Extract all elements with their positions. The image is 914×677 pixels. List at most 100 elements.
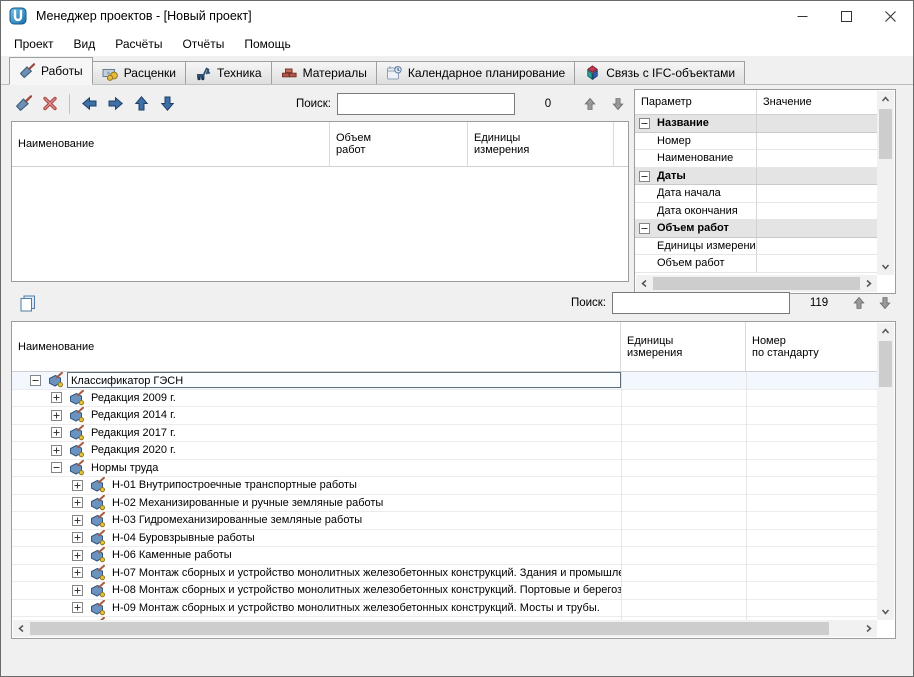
works-search-prev-button[interactable] — [579, 94, 601, 114]
property-value[interactable] — [757, 133, 878, 150]
scroll-down-icon[interactable] — [877, 603, 894, 620]
tree-row[interactable]: Н-08 Монтаж сборных и устройство монолит… — [12, 582, 878, 600]
tree-row[interactable]: Н-01 Внутрипостроечные транспортные рабо… — [12, 477, 878, 495]
menu-item-5[interactable]: Помощь — [234, 33, 300, 55]
property-value[interactable] — [757, 185, 878, 202]
works-col-volume[interactable]: Объем работ — [330, 122, 468, 166]
classifier-search-next-button[interactable] — [874, 293, 896, 313]
classifier-col-standard-number[interactable]: Номер по стандарту — [746, 322, 878, 371]
tree-row[interactable]: Редакция 2017 г. — [12, 425, 878, 443]
delete-work-button[interactable] — [37, 92, 63, 116]
property-group-row[interactable]: Даты — [635, 168, 878, 186]
tree-row[interactable]: Нормы труда — [12, 460, 878, 478]
property-value[interactable] — [757, 255, 878, 272]
properties-col-value[interactable]: Значение — [757, 90, 878, 114]
expand-icon[interactable] — [72, 480, 83, 491]
property-value[interactable] — [757, 203, 878, 220]
tree-row[interactable]: Н-03 Гидромеханизированные земляные рабо… — [12, 512, 878, 530]
expand-icon[interactable] — [51, 410, 62, 421]
expand-icon[interactable] — [72, 550, 83, 561]
tab-3[interactable]: Техника — [185, 61, 272, 84]
collapse-icon[interactable] — [30, 375, 41, 386]
tree-row[interactable]: Редакция 2009 г. — [12, 390, 878, 408]
move-up-button[interactable] — [128, 92, 154, 116]
scroll-right-icon[interactable] — [860, 620, 877, 637]
tree-row[interactable]: Н-02 Механизированные и ручные земляные … — [12, 495, 878, 513]
expand-icon[interactable] — [72, 532, 83, 543]
move-left-button[interactable] — [76, 92, 102, 116]
properties-vscrollbar[interactable] — [877, 91, 894, 275]
tree-row[interactable]: Н-06 Каменные работы — [12, 547, 878, 565]
scrollbar-thumb[interactable] — [879, 109, 892, 159]
collapse-icon[interactable] — [639, 223, 650, 237]
tab-1[interactable]: Работы — [9, 57, 93, 85]
property-row[interactable]: Наименование — [635, 150, 878, 168]
tree-row[interactable]: Редакция 2014 г. — [12, 407, 878, 425]
expand-icon[interactable] — [72, 497, 83, 508]
tree-node-label: Н-08 Монтаж сборных и устройство монолит… — [109, 583, 621, 597]
collapse-icon[interactable] — [639, 118, 650, 132]
property-label: Объем работ — [657, 257, 725, 269]
works-search-next-button[interactable] — [607, 94, 629, 114]
expand-icon[interactable] — [51, 445, 62, 456]
expand-icon[interactable] — [51, 392, 62, 403]
works-col-units[interactable]: Единицы измерения — [468, 122, 614, 166]
property-group-row[interactable]: Название — [635, 115, 878, 133]
move-down-button[interactable] — [154, 92, 180, 116]
property-value[interactable] — [757, 238, 878, 255]
menu-item-4[interactable]: Отчёты — [172, 33, 234, 55]
tree-row[interactable]: Н-07 Монтаж сборных и устройство монолит… — [12, 565, 878, 583]
classifier-col-units[interactable]: Единицы измерения — [621, 322, 746, 371]
scrollbar-thumb[interactable] — [30, 622, 829, 635]
tree-row[interactable]: Редакция 2020 г. — [12, 442, 878, 460]
tab-6[interactable]: Связь с IFC-объектами — [574, 61, 745, 84]
scrollbar-thumb[interactable] — [879, 341, 892, 387]
tab-5[interactable]: Календарное планирование — [376, 61, 575, 84]
collapse-icon[interactable] — [51, 462, 62, 473]
expand-icon[interactable] — [72, 602, 83, 613]
edit-work-button[interactable] — [11, 92, 37, 116]
works-search-input[interactable] — [337, 93, 515, 115]
properties-col-parameter[interactable]: Параметр — [635, 90, 757, 114]
menu-item-1[interactable]: Проект — [4, 33, 64, 55]
expand-icon[interactable] — [72, 567, 83, 578]
expand-icon[interactable] — [72, 585, 83, 596]
tab-2[interactable]: Расценки — [92, 61, 186, 84]
expand-icon[interactable] — [72, 515, 83, 526]
collapse-icon[interactable] — [639, 171, 650, 185]
property-row[interactable]: Дата начала — [635, 185, 878, 203]
maximize-button[interactable] — [824, 1, 868, 31]
expand-icon[interactable] — [51, 427, 62, 438]
copy-button[interactable] — [13, 290, 41, 316]
classifier-search-input[interactable] — [612, 292, 790, 314]
classifier-col-name[interactable]: Наименование — [12, 322, 621, 371]
tree-row[interactable]: Классификатор ГЭСН — [12, 372, 878, 390]
close-button[interactable] — [868, 1, 912, 31]
calendar-icon — [386, 65, 403, 81]
property-value[interactable] — [757, 220, 878, 237]
scroll-left-icon[interactable] — [13, 620, 30, 637]
scroll-down-icon[interactable] — [877, 258, 894, 275]
works-col-name[interactable]: Наименование — [12, 122, 330, 166]
move-right-button[interactable] — [102, 92, 128, 116]
scroll-up-icon[interactable] — [877, 91, 894, 108]
property-value[interactable] — [757, 115, 878, 132]
property-row[interactable]: Единицы измерения — [635, 238, 878, 256]
tab-4[interactable]: Материалы — [271, 61, 377, 84]
classifier-vscrollbar[interactable] — [877, 323, 894, 620]
classifier-search-prev-button[interactable] — [848, 293, 870, 313]
property-group-row[interactable]: Объем работ — [635, 220, 878, 238]
tree-row[interactable]: Н-04 Буровзрывные работы — [12, 530, 878, 548]
property-value[interactable] — [757, 168, 878, 185]
tree-row[interactable]: Н-09 Монтаж сборных и устройство монолит… — [12, 600, 878, 618]
classifier-hscrollbar[interactable] — [13, 620, 877, 637]
property-value[interactable] — [757, 150, 878, 167]
minimize-button[interactable] — [780, 1, 824, 31]
menu-item-2[interactable]: Вид — [64, 33, 106, 55]
scroll-up-icon[interactable] — [877, 323, 894, 340]
property-row[interactable]: Объем работ — [635, 255, 878, 273]
property-row[interactable]: Номер — [635, 133, 878, 151]
property-row[interactable]: Дата окончания — [635, 203, 878, 221]
menu-item-3[interactable]: Расчёты — [105, 33, 172, 55]
works-table-body[interactable] — [12, 167, 628, 281]
